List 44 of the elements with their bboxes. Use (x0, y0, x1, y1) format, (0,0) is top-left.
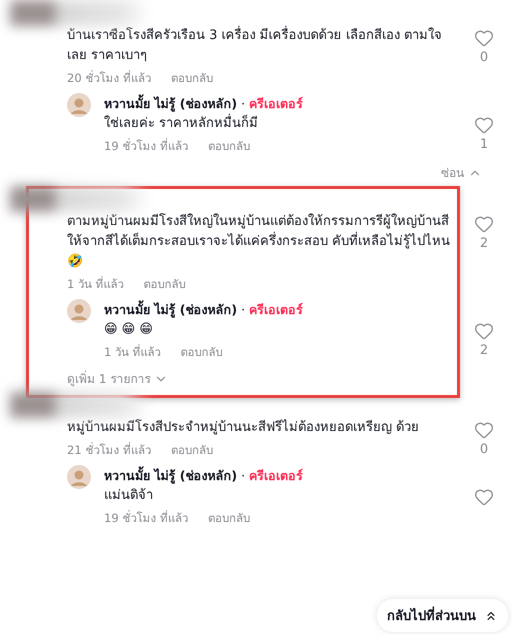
reply-time: 1 วัน ที่แล้ว (104, 343, 161, 361)
avatar[interactable] (67, 93, 91, 117)
author-name[interactable]: หวานมั้ย ไม่รู้ (ช่องหลัก) (104, 302, 238, 317)
reply-time: 19 ชั่วโมง ที่แล้ว (104, 137, 188, 155)
reply-text: ใช่เลยค่ะ ราคาหลักหมื่นก็มี (104, 114, 268, 134)
separator-dot: · (241, 468, 246, 483)
like-count: 0 (480, 50, 488, 65)
comment-text: หมู่บ้านผมมีโรงสีประจำหมู่บ้านนะสีฟรีไม่ต้องหยอดเหรียญ ด้วย (67, 418, 420, 437)
avatar[interactable] (67, 299, 91, 323)
avatar[interactable] (67, 465, 91, 489)
reply-link[interactable]: ตอบกลับ (170, 441, 213, 459)
reply-link[interactable]: ตอบกลับ (170, 69, 213, 87)
like-count: 0 (480, 442, 488, 457)
comment-time: 1 วัน ที่แล้ว (67, 275, 124, 293)
reply-time: 19 ชั่วโมง ที่แล้ว (104, 509, 188, 527)
heart-icon[interactable] (474, 28, 494, 48)
view-more-button[interactable]: ดูเพิ่ม 1 รายการ (67, 369, 168, 388)
heart-icon[interactable] (474, 214, 494, 234)
heart-icon[interactable] (474, 321, 494, 341)
reply-link[interactable]: ตอบกลับ (180, 343, 223, 361)
reply-link[interactable]: ตอบกลับ (208, 509, 250, 527)
heart-icon[interactable] (474, 420, 494, 440)
comment-time: 21 ชั่วโมง ที่แล้ว (67, 441, 151, 459)
author-name[interactable]: หวานมั้ย ไม่รู้ (ช่องหลัก) (104, 96, 238, 111)
reply-text: 😁 😁 😁 (104, 321, 154, 339)
creator-label: ครีเอเตอร์ (249, 96, 304, 111)
reply-link[interactable]: ตอบกลับ (208, 137, 250, 155)
like-count: 1 (480, 137, 488, 152)
comment-text: ตามหมู่บ้านผมมีโรงสีใหญ่ในหมู่บ้านแต่ต้องให้กรรมการรีผู้ใหญ่บ้านสีให้จากสีได้เต็มกระสอบเราจะได้แค่ครึ่งกระสอบ คับที่เหลือไม่รู้ไปไหน 🤣 (67, 212, 452, 271)
like-count: 2 (480, 236, 488, 251)
author-name[interactable]: หวานมั้ย ไม่รู้ (ช่องหลัก) (104, 468, 238, 483)
comment-text: บ้านเราซือโรงสีครัวเรือน 3 เครื่อง มีเครื่องบดด้วย เลือกสีเอง ตามใจเลย ราคาเบาๆ (67, 26, 464, 66)
reply-text: แม่นติจ้า (104, 487, 154, 505)
separator-dot: · (241, 302, 246, 317)
creator-label: ครีเอเตอร์ (249, 302, 304, 317)
creator-label: ครีเอเตอร์ (249, 468, 304, 483)
like-count: 2 (480, 343, 488, 358)
hide-replies-button[interactable]: ซ่อน (441, 163, 482, 182)
heart-icon[interactable] (474, 487, 494, 507)
comment-time: 20 ชั่วโมง ที่แล้ว (67, 69, 151, 87)
back-to-top-button[interactable]: กลับไปที่ส่วนบน (377, 599, 508, 632)
heart-icon[interactable] (474, 115, 494, 135)
separator-dot: · (241, 96, 246, 111)
reply-link[interactable]: ตอบกลับ (144, 275, 186, 293)
